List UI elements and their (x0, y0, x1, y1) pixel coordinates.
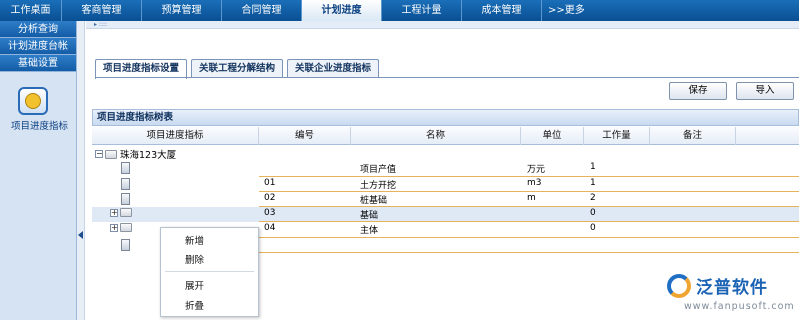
sidebar: 分析查询 计划进度台帐 基础设置 项目进度指标 (0, 21, 77, 320)
expand-toggle-icon[interactable]: + (110, 223, 118, 232)
save-button[interactable]: 保存 (669, 82, 727, 100)
cell-name: 基础 (360, 211, 379, 222)
sidebar-splitter[interactable] (77, 21, 85, 320)
table-row[interactable]: 01 土方开挖 m3 1 (92, 177, 799, 192)
expand-toggle-icon[interactable]: + (110, 208, 118, 217)
tab-indicator-settings[interactable]: 项目进度指标设置 (95, 59, 188, 79)
cell-code: 01 (264, 177, 276, 188)
sidebar-item-ledger[interactable]: 计划进度台帐 (0, 38, 76, 55)
tab-enterprise-link[interactable]: 关联企业进度指标 (287, 59, 380, 78)
progress-indicator-module-label[interactable]: 项目进度指标 (2, 118, 77, 132)
column-header[interactable]: 名称 (351, 127, 521, 145)
table-row[interactable]: 02 桩基础 m 2 (92, 192, 799, 208)
cell-qty: 2 (590, 192, 596, 203)
brand-logo: 泛普软件 www.fanpusoft.com (662, 272, 799, 320)
menu-item-collapse[interactable]: 折叠 (185, 298, 204, 312)
progress-indicator-module-button[interactable] (18, 87, 52, 117)
menu-item-expand[interactable]: 展开 (185, 278, 204, 292)
import-button[interactable]: 导入 (736, 82, 794, 100)
nav-tab-clients[interactable]: 客商管理 (62, 0, 142, 21)
column-header[interactable]: 单位 (521, 127, 584, 145)
nav-more-link[interactable]: >>更多 (542, 0, 585, 21)
menu-item-delete[interactable]: 删除 (185, 252, 204, 266)
nav-tab-cost[interactable]: 成本管理 (462, 0, 542, 21)
cell-qty: 0 (590, 208, 596, 219)
context-menu: 新增 删除 展开 折叠 (160, 227, 259, 317)
document-icon (121, 162, 130, 175)
sidebar-item-settings[interactable]: 基础设置 (0, 55, 76, 72)
cell-name: 主体 (360, 226, 379, 237)
table-header: 项目进度指标 编号 名称 单位 工作量 备注 (92, 127, 799, 145)
cell-unit: m (527, 192, 536, 203)
nav-tab-desktop[interactable]: 工作桌面 (0, 0, 62, 21)
cell-name: 项目产值 (360, 165, 397, 176)
cell-code: 02 (264, 192, 276, 203)
nav-tab-measure[interactable]: 工程计量 (382, 0, 462, 21)
cell-code: 03 (264, 208, 276, 219)
grip-handle-icon[interactable]: ▸ :::: (94, 21, 107, 29)
collapse-toggle-icon[interactable]: − (95, 150, 103, 158)
cell-code: 04 (264, 223, 276, 234)
cell-qty: 1 (590, 162, 596, 173)
cell-qty: 0 (590, 223, 596, 234)
nav-tab-contract[interactable]: 合同管理 (222, 0, 302, 21)
tree-root-label[interactable]: 珠海123大厦 (120, 147, 176, 161)
folder-icon (120, 208, 132, 218)
sub-tabs: 项目进度指标设置 关联工程分解结构 关联企业进度指标 (95, 59, 383, 79)
tab-underline (95, 77, 799, 78)
nav-tab-schedule[interactable]: 计划进度 (302, 0, 382, 21)
logo-url: www.fanpusoft.com (684, 301, 795, 312)
menu-item-add[interactable]: 新增 (185, 233, 204, 247)
cell-unit: 万元 (527, 165, 546, 176)
folder-icon (120, 223, 132, 233)
document-icon (121, 192, 130, 205)
nav-tab-budget[interactable]: 预算管理 (142, 0, 222, 21)
cell-name: 土方开挖 (360, 180, 397, 191)
column-header[interactable]: 项目进度指标 (92, 127, 259, 145)
folder-icon (105, 149, 117, 159)
table-row[interactable]: 项目产值 万元 1 (92, 161, 799, 177)
logo-name: 泛普软件 (696, 278, 768, 298)
logo-mark-icon (667, 274, 691, 298)
document-icon (121, 177, 130, 190)
collapse-arrow-icon[interactable] (78, 231, 83, 239)
top-nav: 工作桌面 客商管理 预算管理 合同管理 计划进度 工程计量 成本管理 >>更多 (0, 0, 799, 21)
document-icon (121, 238, 130, 251)
cell-unit: m3 (527, 177, 542, 188)
menu-separator (165, 271, 254, 272)
cell-name: 桩基础 (360, 195, 388, 206)
table-row[interactable]: + 03 基础 0 (92, 207, 799, 223)
panel-title: 项目进度指标树表 (92, 109, 799, 126)
sidebar-item-analysis[interactable]: 分析查询 (0, 21, 76, 38)
column-header[interactable]: 备注 (650, 127, 736, 145)
cell-qty: 1 (590, 177, 596, 188)
column-header[interactable]: 编号 (259, 127, 351, 145)
tab-wbs-link[interactable]: 关联工程分解结构 (191, 59, 284, 78)
table-row[interactable]: − 珠海123大厦 (92, 146, 799, 161)
toolbar-strip: ▸ :::: (86, 21, 799, 29)
column-header[interactable]: 工作量 (584, 127, 650, 145)
progress-indicator-icon (18, 87, 48, 115)
